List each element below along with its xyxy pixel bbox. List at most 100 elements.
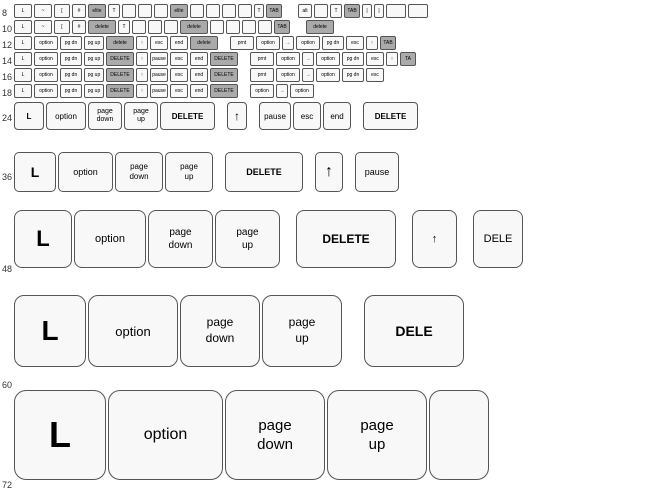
- key-t[interactable]: T: [118, 20, 130, 34]
- key-pgup[interactable]: pg up: [84, 52, 104, 66]
- key-delete[interactable]: DELETE: [106, 68, 134, 82]
- key-option2[interactable]: option: [256, 36, 280, 50]
- key-sm2[interactable]: [138, 4, 152, 18]
- key-del2[interactable]: [314, 4, 328, 18]
- key-sm4[interactable]: [190, 4, 204, 18]
- key-delete2[interactable]: delete: [180, 20, 208, 34]
- key-partial-right[interactable]: [429, 390, 489, 480]
- key-t[interactable]: T: [108, 4, 120, 18]
- key-alt[interactable]: alt: [298, 4, 312, 18]
- key-arr-up[interactable]: ↑: [227, 102, 247, 130]
- key-esc[interactable]: esc: [293, 102, 321, 130]
- key-pgdn[interactable]: pg dn: [60, 68, 82, 82]
- key-sm1[interactable]: [132, 20, 146, 34]
- key-pgdn2[interactable]: pg dn: [322, 36, 344, 50]
- key-option3[interactable]: option: [316, 68, 340, 82]
- key-print[interactable]: prnt: [250, 68, 274, 82]
- key-end[interactable]: end: [190, 84, 208, 98]
- key-L[interactable]: L: [14, 36, 32, 50]
- key-L[interactable]: L: [14, 52, 32, 66]
- key-t3[interactable]: T: [330, 4, 342, 18]
- key-L[interactable]: L: [14, 210, 72, 268]
- key-pgdn[interactable]: pagedown: [180, 295, 260, 367]
- key-tab2[interactable]: TA: [400, 52, 416, 66]
- key-arr-up[interactable]: ↑: [412, 210, 457, 268]
- key-pgdn[interactable]: pagedown: [225, 390, 325, 480]
- key-arr-up2[interactable]: ↑: [366, 36, 378, 50]
- key-tilde[interactable]: ~: [34, 20, 52, 34]
- key-esc[interactable]: esc: [170, 68, 188, 82]
- key-tab[interactable]: TAB: [380, 36, 396, 50]
- key-tab2[interactable]: TAB: [344, 4, 360, 18]
- key-pause[interactable]: pause: [259, 102, 291, 130]
- key-L[interactable]: L: [14, 390, 106, 480]
- key-esc[interactable]: esc: [170, 52, 188, 66]
- key-L[interactable]: L: [14, 152, 56, 192]
- key-option2[interactable]: option: [276, 68, 300, 82]
- key-sm5[interactable]: [226, 20, 240, 34]
- key-pgdn[interactable]: pagedown: [115, 152, 163, 192]
- key-pause[interactable]: pause: [150, 52, 168, 66]
- key-bracket[interactable]: [: [54, 20, 70, 34]
- key-delete2[interactable]: DELETE: [363, 102, 418, 130]
- key-delete[interactable]: DELETE: [160, 102, 215, 130]
- key-option3[interactable]: option: [316, 52, 340, 66]
- key-end[interactable]: end: [190, 52, 208, 66]
- key-sm9[interactable]: [408, 4, 428, 18]
- key-sm1[interactable]: [122, 4, 136, 18]
- key-pause[interactable]: pause: [150, 68, 168, 82]
- key-delete[interactable]: DELETE: [225, 152, 303, 192]
- key-delete[interactable]: delete: [88, 20, 116, 34]
- key-delete3[interactable]: delete: [306, 20, 334, 34]
- key-option[interactable]: option: [108, 390, 223, 480]
- key-hash[interactable]: #: [72, 4, 86, 18]
- key-arr-up[interactable]: ↑: [136, 84, 148, 98]
- key-option[interactable]: option: [74, 210, 146, 268]
- key-bar2[interactable]: |: [374, 4, 384, 18]
- key-esc[interactable]: esc: [150, 36, 168, 50]
- key-option[interactable]: option: [34, 68, 58, 82]
- key-elite2[interactable]: elite: [170, 4, 188, 18]
- key-delete[interactable]: DELETE: [296, 210, 396, 268]
- key-delete[interactable]: delete: [106, 36, 134, 50]
- key-elite[interactable]: elite: [88, 4, 106, 18]
- key-pgup[interactable]: pg up: [84, 84, 104, 98]
- key-pause[interactable]: pause: [150, 84, 168, 98]
- key-esc2[interactable]: esc: [366, 68, 384, 82]
- key-option4[interactable]: option: [250, 84, 274, 98]
- key-delete[interactable]: DELETE: [106, 52, 134, 66]
- key-L[interactable]: L: [14, 20, 32, 34]
- key-pgdn[interactable]: pg dn: [60, 84, 82, 98]
- key-end[interactable]: end: [170, 36, 188, 50]
- key-option[interactable]: option: [34, 36, 58, 50]
- key-esc2[interactable]: esc: [366, 52, 384, 66]
- key-pause[interactable]: pause: [355, 152, 399, 192]
- key-delete2[interactable]: DELETE: [210, 52, 238, 66]
- key-option[interactable]: option: [34, 84, 58, 98]
- key-option[interactable]: option: [88, 295, 178, 367]
- key-sm4[interactable]: [210, 20, 224, 34]
- key-L[interactable]: L: [14, 84, 32, 98]
- key-pgdn[interactable]: pg dn: [60, 52, 82, 66]
- key-arr[interactable]: →: [302, 68, 314, 82]
- key-arr-up[interactable]: ↑: [136, 36, 148, 50]
- key-end[interactable]: end: [190, 68, 208, 82]
- key-bracket[interactable]: [: [54, 4, 70, 18]
- key-pgup[interactable]: pageup: [124, 102, 158, 130]
- key-sm6[interactable]: [242, 20, 256, 34]
- key-sm8[interactable]: [386, 4, 406, 18]
- key-pgup[interactable]: pageup: [215, 210, 280, 268]
- key-t2[interactable]: T: [254, 4, 264, 18]
- key-arr[interactable]: →: [302, 52, 314, 66]
- key-delete2[interactable]: DELETE: [210, 68, 238, 82]
- key-esc[interactable]: esc: [170, 84, 188, 98]
- key-pgup[interactable]: pg up: [84, 68, 104, 82]
- key-option[interactable]: option: [34, 52, 58, 66]
- key-sm7[interactable]: [258, 20, 272, 34]
- key-print[interactable]: prnt: [250, 52, 274, 66]
- key-L[interactable]: L: [14, 295, 86, 367]
- key-hash[interactable]: #: [72, 20, 86, 34]
- key-pgdn[interactable]: pagedown: [88, 102, 122, 130]
- key-delete2[interactable]: delete: [190, 36, 218, 50]
- key-pgup[interactable]: pageup: [262, 295, 342, 367]
